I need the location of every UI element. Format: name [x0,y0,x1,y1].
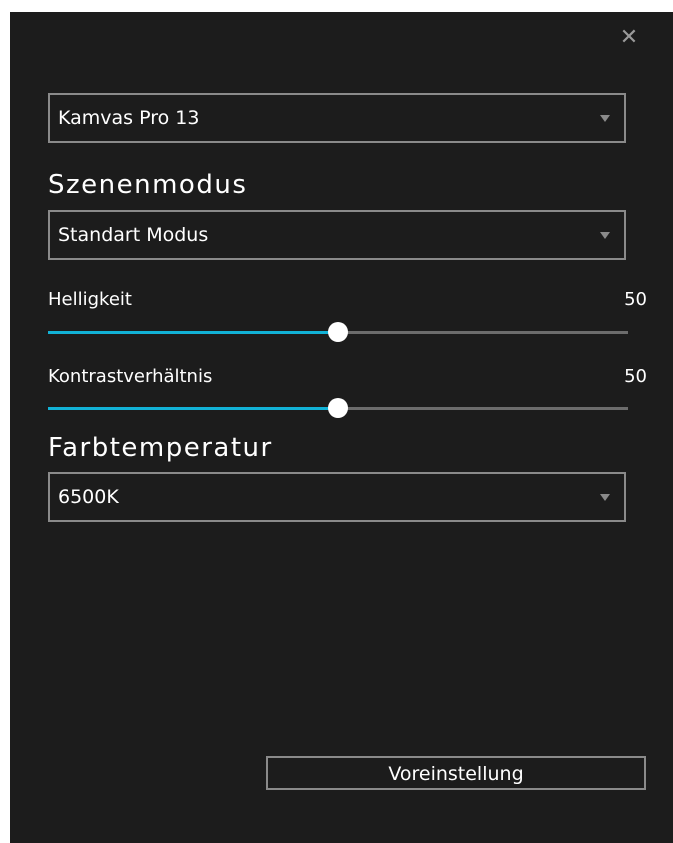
preset-button[interactable]: Voreinstellung [266,756,646,790]
brightness-value: 50 [624,289,647,310]
brightness-slider-thumb[interactable] [328,322,348,342]
close-icon[interactable]: ✕ [617,26,641,50]
device-select-value: Kamvas Pro 13 [58,107,200,129]
device-select[interactable]: Kamvas Pro 13 [48,93,626,143]
scene-mode-select[interactable]: Standart Modus [48,210,626,260]
brightness-slider[interactable] [48,322,628,342]
color-temperature-select[interactable]: 6500K [48,472,626,522]
color-temperature-select-value: 6500K [58,486,119,508]
chevron-down-icon [600,115,610,122]
scene-mode-heading: Szenenmodus [48,170,248,200]
display-settings-panel: ✕ Kamvas Pro 13 Szenenmodus Standart Mod… [10,12,673,843]
chevron-down-icon [600,494,610,501]
scene-mode-select-value: Standart Modus [58,224,209,246]
contrast-slider-thumb[interactable] [328,398,348,418]
contrast-slider[interactable] [48,398,628,418]
contrast-value: 50 [624,366,647,387]
contrast-slider-fill [48,407,338,410]
brightness-slider-fill [48,331,338,334]
chevron-down-icon [600,232,610,239]
contrast-label: Kontrastverhältnis [48,366,213,387]
color-temperature-heading: Farbtemperatur [48,433,273,463]
brightness-label: Helligkeit [48,289,132,310]
